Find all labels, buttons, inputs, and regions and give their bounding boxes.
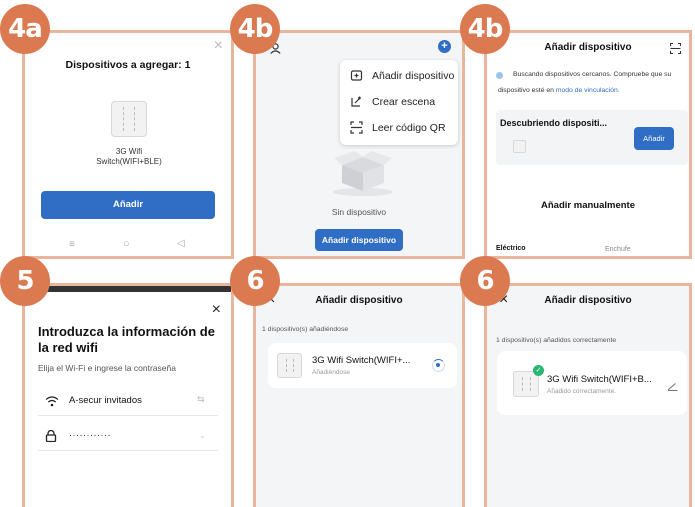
panel-6-added: × Añadir dispositivo 1 dispositivo(s) añ… <box>484 283 692 507</box>
panel-6-adding: × Añadir dispositivo 1 dispositivo(s) añ… <box>253 283 465 507</box>
category-plug[interactable]: Enchufe <box>605 246 631 253</box>
wifi-info-title: Introduzca la información de la red wifi <box>38 324 215 355</box>
discovering-card: Descubriendo dispositi... Añadir <box>496 110 688 165</box>
step-badge-6: 6 <box>230 256 280 306</box>
password-toggle-icon[interactable]: ⌄ <box>199 431 206 440</box>
device-card: 3G Wifi Switch(WIFI+... Añadiéndose <box>268 343 457 388</box>
device-card: ✓ 3G Wifi Switch(WIFI+B... Añadido corre… <box>497 351 687 415</box>
nav-back-icon[interactable]: ◁ <box>177 238 185 249</box>
success-check-icon: ✓ <box>533 365 544 376</box>
dropdown-menu: Añadir dispositivo Crear escena Leer cód… <box>340 60 458 145</box>
menu-item-create-scene[interactable]: Crear escena <box>340 92 458 118</box>
panel-4a: × Dispositivos a agregar: 1 3G Wifi Swit… <box>22 30 234 259</box>
add-device-icon <box>350 69 364 83</box>
loading-spinner-icon <box>432 359 445 372</box>
add-button[interactable]: Añadir <box>41 191 215 219</box>
panel-4b-scan: Añadir dispositivo Buscando dispositivos… <box>484 30 692 259</box>
add-discovered-button[interactable]: Añadir <box>634 127 674 150</box>
create-scene-icon <box>350 95 364 109</box>
wifi-info-subtitle: Elija el Wi-Fi e ingrese la contraseña <box>38 363 176 373</box>
device-name: 3G Wifi Switch(WIFI+B... <box>547 374 652 385</box>
divider <box>38 415 218 416</box>
scan-qr-icon <box>350 121 364 135</box>
lock-icon <box>45 429 57 443</box>
discovered-device-thumb <box>513 140 526 153</box>
page-title: Añadir dispositivo <box>544 295 632 306</box>
switch-device-image <box>111 101 147 137</box>
menu-item-scan-qr[interactable]: Leer código QR <box>340 118 458 144</box>
close-icon[interactable]: × <box>212 301 221 319</box>
empty-box-icon <box>330 145 396 197</box>
device-status: Añadido correctamente. <box>547 388 617 395</box>
step-badge-4a: 4a <box>0 4 50 54</box>
edit-pencil-icon[interactable] <box>667 378 678 391</box>
step-badge-6-2: 6 <box>460 256 510 306</box>
nav-menu-icon[interactable]: ≡ <box>69 239 75 250</box>
device-status: Añadiéndose <box>312 369 350 376</box>
panel-5: × Introduzca la información de la red wi… <box>22 283 234 507</box>
divider <box>38 450 218 451</box>
manual-add-title: Añadir manualmente <box>541 200 635 211</box>
switch-device-image <box>277 353 302 378</box>
page-title: Añadir dispositivo <box>315 295 403 306</box>
add-plus-icon[interactable]: + <box>438 40 451 53</box>
step-badge-5: 5 <box>0 256 50 306</box>
nav-home-icon[interactable]: ○ <box>123 238 130 250</box>
add-device-button[interactable]: Añadir dispositivo <box>315 229 403 251</box>
wifi-signal-icon <box>45 394 59 407</box>
panel-4b-home: + Añadir dispositivo Crear escena Leer c… <box>253 30 465 259</box>
password-field[interactable]: ············ <box>69 430 111 440</box>
menu-item-add-device[interactable]: Añadir dispositivo <box>340 66 458 92</box>
empty-state-text: Sin dispositivo <box>331 207 387 217</box>
device-name: 3G Wifi Switch(WIFI+... <box>312 355 411 366</box>
switch-network-icon[interactable]: ⇆ <box>197 394 205 405</box>
searching-info-line-2: dispositivo esté en modo de vinculación. <box>498 87 620 94</box>
step-badge-4b-2: 4b <box>460 4 510 54</box>
adding-status-line: 1 dispositivo(s) añadiéndose <box>262 326 349 333</box>
page-title: Añadir dispositivo <box>544 42 632 53</box>
device-name-label: 3G Wifi Switch(WIFI+BLE) <box>96 147 162 166</box>
discovering-label: Descubriendo dispositi... <box>500 118 608 128</box>
category-electric[interactable]: Eléctrico <box>496 245 526 252</box>
searching-indicator-icon <box>496 72 503 79</box>
pairing-mode-link[interactable]: modo de vinculación. <box>556 87 620 94</box>
added-status-line: 1 dispositivo(s) añadidos correctamente <box>496 337 617 344</box>
step-badge-4b: 4b <box>230 4 280 54</box>
searching-info-line-1: Buscando dispositivos cercanos. Comprueb… <box>513 71 672 78</box>
status-bar <box>25 286 231 292</box>
devices-to-add-title: Dispositivos a agregar: 1 <box>65 59 191 71</box>
close-icon[interactable]: × <box>214 37 223 55</box>
wifi-name-field[interactable]: A-secur invitados <box>69 395 142 406</box>
